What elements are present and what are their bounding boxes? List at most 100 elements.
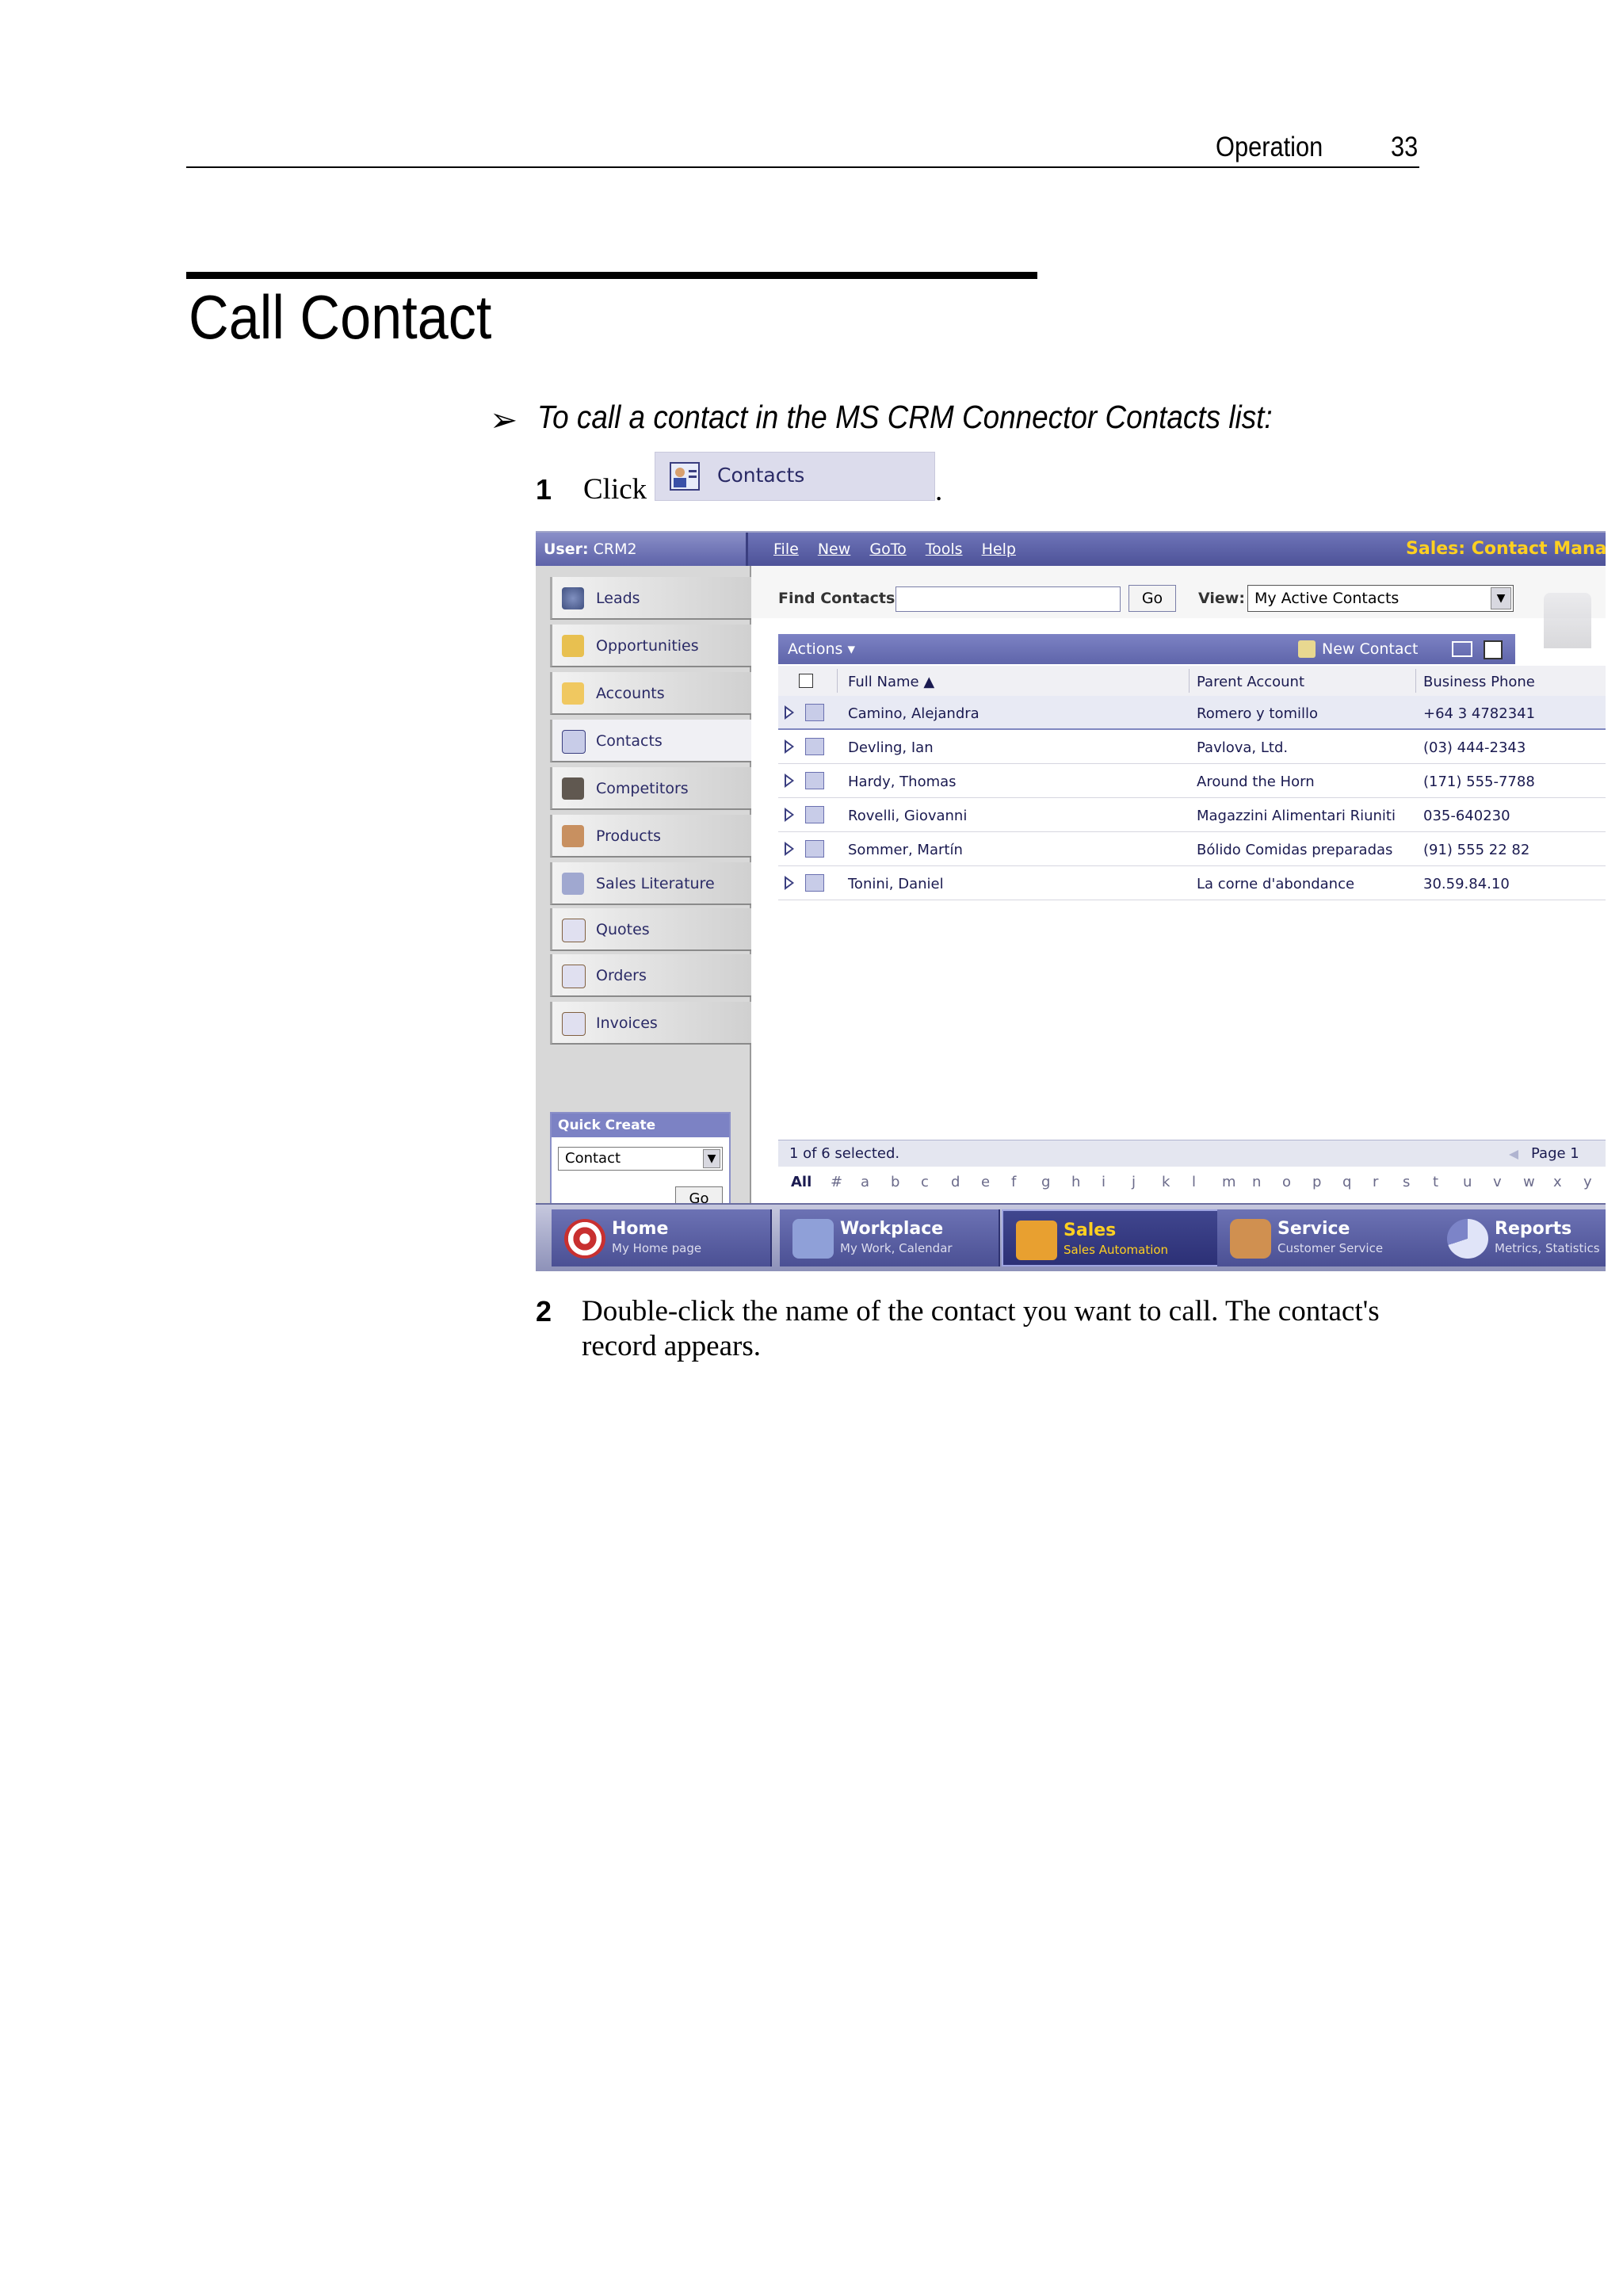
alpha-filter-item[interactable]: g (1041, 1167, 1050, 1198)
alpha-filter-item[interactable]: k (1162, 1167, 1170, 1198)
alpha-filter-item[interactable]: # (831, 1167, 842, 1198)
expand-arrow-icon[interactable] (785, 808, 794, 822)
previous-page-icon[interactable] (1509, 1150, 1518, 1159)
column-header-parent-account[interactable]: Parent Account (1197, 674, 1304, 690)
tab-sales[interactable]: Sales Sales Automation (1002, 1209, 1222, 1266)
tab-reports[interactable]: Reports Metrics, Statistics (1434, 1209, 1606, 1266)
menu-new[interactable]: New (818, 541, 850, 558)
alpha-filter-item[interactable]: q (1342, 1167, 1351, 1198)
app-title: Sales: Contact Manager (1406, 539, 1606, 559)
tab-workplace[interactable]: Workplace My Work, Calendar (780, 1209, 1000, 1266)
table-row[interactable]: Sommer, Martín Bólido Comidas preparadas… (778, 832, 1606, 866)
alpha-filter-item[interactable]: d (951, 1167, 960, 1198)
chevron-down-icon[interactable]: ▼ (703, 1149, 720, 1168)
sidebar-item-leads[interactable]: Leads (550, 577, 751, 620)
alpha-filter-item[interactable]: h (1071, 1167, 1080, 1198)
alpha-filter-item[interactable]: e (981, 1167, 990, 1198)
tab-title: Home (612, 1219, 669, 1239)
table-row[interactable]: Camino, Alejandra Romero y tomillo +64 3… (778, 696, 1606, 730)
expand-arrow-icon[interactable] (785, 876, 794, 890)
running-header-section: Operation (1216, 132, 1323, 162)
cell-full-name[interactable]: Rovelli, Giovanni (848, 808, 967, 824)
new-contact-button[interactable]: New Contact (1322, 634, 1418, 664)
alpha-filter-item[interactable]: r (1373, 1167, 1378, 1198)
cell-full-name[interactable]: Devling, Ian (848, 739, 934, 756)
sidebar-item-label: Leads (596, 590, 640, 607)
step-number: 1 (536, 473, 552, 506)
menu-file[interactable]: File (773, 541, 799, 558)
alpha-filter-item[interactable]: o (1282, 1167, 1291, 1198)
export-icon[interactable] (1484, 640, 1503, 659)
alpha-filter-item[interactable]: x (1553, 1167, 1562, 1198)
quick-create-select[interactable]: Contact ▼ (558, 1147, 723, 1171)
menu-tools[interactable]: Tools (926, 541, 963, 558)
alpha-filter-item[interactable]: i (1102, 1167, 1106, 1198)
sidebar-item-sales-literature[interactable]: Sales Literature (550, 862, 751, 905)
menu-goto[interactable]: GoTo (869, 541, 906, 558)
find-go-button[interactable]: Go (1128, 585, 1176, 612)
sidebar-item-opportunities[interactable]: Opportunities (550, 625, 751, 667)
alpha-filter-item[interactable]: u (1463, 1167, 1472, 1198)
alpha-filter-item[interactable]: a (861, 1167, 869, 1198)
expand-arrow-icon[interactable] (785, 705, 794, 720)
table-row[interactable]: Rovelli, Giovanni Magazzini Alimentari R… (778, 798, 1606, 832)
menu-help[interactable]: Help (982, 541, 1016, 558)
expand-arrow-icon[interactable] (785, 774, 794, 788)
column-header-business-phone[interactable]: Business Phone (1423, 674, 1535, 690)
actions-menu[interactable]: Actions ▾ (788, 634, 855, 664)
alpha-filter-item[interactable]: w (1523, 1167, 1535, 1198)
table-row[interactable]: Devling, Ian Pavlova, Ltd. (03) 444-2343 (778, 730, 1606, 764)
tab-subtitle: Metrics, Statistics (1495, 1241, 1600, 1255)
cell-parent-account: Romero y tomillo (1197, 705, 1319, 722)
chevron-down-icon[interactable]: ▼ (1491, 587, 1511, 609)
sidebar-item-products[interactable]: Products (550, 815, 751, 858)
main-content: Find Contacts: Go View: My Active Contac… (751, 566, 1606, 1236)
alpha-filter-item[interactable]: j (1132, 1167, 1136, 1198)
sidebar-item-accounts[interactable]: Accounts (550, 672, 751, 715)
alpha-filter-all[interactable]: All (791, 1167, 812, 1198)
competitors-icon (562, 777, 584, 800)
alpha-filter-item[interactable]: b (891, 1167, 899, 1198)
alpha-filter-item[interactable]: m (1222, 1167, 1236, 1198)
sidebar-item-competitors[interactable]: Competitors (550, 767, 751, 810)
expand-arrow-icon[interactable] (785, 842, 794, 856)
view-select[interactable]: My Active Contacts ▼ (1247, 585, 1514, 612)
alpha-filter-item[interactable]: s (1403, 1167, 1410, 1198)
select-all-checkbox[interactable] (799, 674, 813, 688)
tab-service[interactable]: Service Customer Service (1217, 1209, 1438, 1266)
alpha-filter-item[interactable]: y (1583, 1167, 1592, 1198)
alpha-filter-item[interactable]: t (1433, 1167, 1438, 1198)
cell-parent-account: Around the Horn (1197, 774, 1315, 790)
sidebar-item-orders[interactable]: Orders (550, 954, 751, 997)
expand-arrow-icon[interactable] (785, 739, 794, 754)
print-icon[interactable] (1452, 641, 1472, 657)
cell-full-name[interactable]: Camino, Alejandra (848, 705, 980, 722)
column-header-full-name[interactable]: Full Name ▲ (848, 674, 934, 690)
table-row[interactable]: Tonini, Daniel La corne d'abondance 30.5… (778, 866, 1606, 900)
tab-home[interactable]: Home My Home page (552, 1209, 772, 1266)
sidebar-item-invoices[interactable]: Invoices (550, 1002, 751, 1045)
find-contacts-input[interactable] (896, 586, 1121, 612)
alpha-filter-item[interactable]: c (921, 1167, 929, 1198)
contact-record-icon (805, 806, 824, 823)
alpha-filter-item[interactable]: l (1192, 1167, 1196, 1198)
contact-card-icon (670, 462, 700, 491)
cell-full-name[interactable]: Tonini, Daniel (848, 876, 944, 892)
alpha-filter-item[interactable]: p (1312, 1167, 1321, 1198)
contact-record-icon (805, 738, 824, 755)
step-number: 2 (536, 1295, 552, 1328)
alpha-filter-item[interactable]: f (1011, 1167, 1016, 1198)
sidebar-item-quotes[interactable]: Quotes (550, 908, 751, 951)
cell-full-name[interactable]: Sommer, Martín (848, 842, 963, 858)
alpha-filter-item[interactable]: v (1493, 1167, 1502, 1198)
cell-parent-account: Bólido Comidas preparadas (1197, 842, 1393, 858)
cell-parent-account: Magazzini Alimentari Riuniti (1197, 808, 1396, 824)
alpha-filter-item[interactable]: n (1252, 1167, 1261, 1198)
cell-full-name[interactable]: Hardy, Thomas (848, 774, 957, 790)
sidebar-item-label: Orders (596, 967, 647, 984)
sidebar-item-label: Invoices (596, 1014, 658, 1032)
orders-icon (562, 965, 586, 988)
table-row[interactable]: Hardy, Thomas Around the Horn (171) 555-… (778, 764, 1606, 798)
selection-status: 1 of 6 selected. (789, 1145, 900, 1162)
sidebar-item-contacts[interactable]: Contacts (550, 720, 751, 762)
